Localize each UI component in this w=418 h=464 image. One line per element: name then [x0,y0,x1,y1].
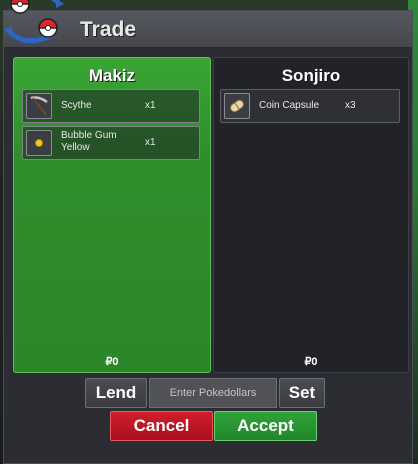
pokeball-trade-logo-icon [4,0,64,44]
bubble-gum-yellow-icon [26,130,52,156]
cancel-button[interactable]: Cancel [110,411,213,441]
partner-money-offer: ₽0 [304,356,318,368]
item-quantity: x1 [145,137,156,148]
my-offer-panel: Makiz Scythe x1 Bubble Gum Yellow x1 ₽0 [13,57,211,373]
my-player-name: Makiz [88,66,136,85]
set-money-button[interactable]: Set [279,378,325,408]
item-quantity: x1 [145,100,156,111]
trade-item-slot[interactable]: Scythe x1 [22,89,200,123]
my-money-offer: ₽0 [105,356,119,368]
lend-button[interactable]: Lend [85,378,147,408]
pokedollars-input[interactable] [149,378,277,408]
coin-capsule-icon [224,93,250,119]
item-name: Coin Capsule [259,100,320,111]
item-name: Bubble Gum Yellow [61,130,117,153]
partner-offer-panel: Sonjiro Coin Capsule x3 ₽0 [213,57,409,373]
accept-button[interactable]: Accept [214,411,317,441]
scythe-icon [26,93,52,119]
window-title: Trade [80,18,137,41]
trade-item-slot[interactable]: Bubble Gum Yellow x1 [22,126,200,160]
item-name: Scythe [61,100,92,111]
trade-window: Trade Makiz Scythe x1 Bubble Gum Yellow … [3,10,413,464]
item-quantity: x3 [345,100,356,111]
trade-item-slot[interactable]: Coin Capsule x3 [220,89,400,123]
partner-player-name: Sonjiro [281,66,341,85]
